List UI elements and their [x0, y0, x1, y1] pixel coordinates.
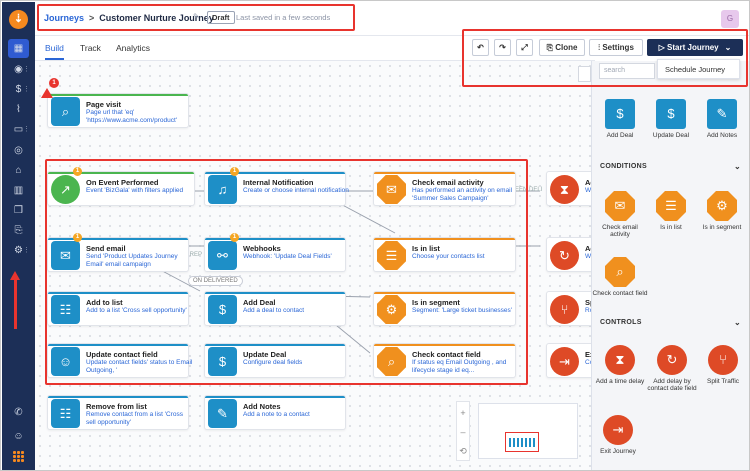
tab-build[interactable]: Build — [45, 43, 64, 60]
campaign-icon[interactable]: ⌂ — [11, 163, 26, 178]
chevron-down-icon: ⌄ — [733, 318, 741, 327]
node-desc: Add a note to a contact — [243, 411, 310, 418]
panel-item-is-in-segment[interactable]: ⚙ Is in segment — [699, 191, 745, 231]
box-icon[interactable]: ❒ — [11, 203, 26, 218]
panel-item-is-in-list[interactable]: ☰ Is in list — [648, 191, 694, 231]
node-desc: Page url that 'eq' 'https://www.acme.com… — [86, 109, 177, 125]
logo-icon[interactable]: ⇣ — [9, 10, 28, 29]
panel-item-delay-date[interactable]: ↻ Add delay by contact date field — [646, 345, 698, 393]
reports-icon[interactable]: ⌇ — [11, 102, 26, 117]
section-controls[interactable]: CONTROLS ⌄ — [592, 315, 749, 331]
zoom-reset-button[interactable]: ⟲ — [457, 446, 469, 457]
panel-item-label: Update Deal — [652, 132, 690, 139]
node-title: Remove from list — [86, 402, 147, 411]
minimap[interactable] — [478, 403, 578, 459]
settings-icon[interactable]: ⚙ ⋮ — [11, 243, 30, 258]
analytics-icon[interactable]: ▥ — [11, 183, 26, 198]
node-partial-delay-date[interactable]: ↻ Ad We cor — [546, 237, 596, 272]
zoom-out-button[interactable]: – — [457, 427, 469, 437]
exit-icon: ⇥ — [603, 415, 633, 445]
node-partial-split[interactable]: ⑂ Sp Rou — [546, 291, 596, 326]
split-icon: ⑂ — [708, 345, 738, 375]
apps-grid-icon[interactable] — [13, 451, 24, 462]
panel-item-label: Exit Journey — [600, 448, 636, 455]
mail-icon: ✉ — [605, 191, 635, 221]
panel-item-label: Split Traffic — [706, 378, 740, 385]
exit-icon: ⇥ — [550, 347, 579, 376]
panel-item-label: Add delay by contact date field — [647, 378, 697, 393]
annotation-toolbar-box — [462, 29, 748, 87]
panel-item-add-deal[interactable]: $ Add Deal — [597, 99, 643, 139]
panel-item-check-email[interactable]: ✉ Check email activity — [597, 191, 643, 239]
app-window: ⇣ ▦ ◉ ⋮ $ ⋮ ⌇ ▭ ⋮ ◎ ⌂ ▥ ❒ ⎘ ⚙ ⋮ ✆ ☺ Journeys… — [0, 0, 750, 471]
page-visit-icon: ⌕ — [51, 97, 80, 126]
date-delay-icon: ↻ — [550, 241, 579, 270]
alert-badge: 1 — [49, 78, 59, 88]
avatar[interactable]: G — [721, 10, 739, 28]
panel-item-label: Check email activity — [602, 224, 638, 239]
deals-icon[interactable]: $ ⋮ — [11, 82, 30, 97]
section-conditions[interactable]: CONDITIONS ⌄ — [592, 159, 749, 175]
journey-icon[interactable]: ⎘ — [11, 223, 26, 238]
node-partial-delay[interactable]: ⧗ Ad Wa ON — [546, 171, 596, 206]
panel-item-update-deal[interactable]: $ Update Deal — [648, 99, 694, 139]
panel-item-label: Add Notes — [706, 132, 738, 139]
panel-item-exit-journey[interactable]: ⇥ Exit Journey — [595, 415, 641, 455]
date-delay-icon: ↻ — [657, 345, 687, 375]
update-deal-icon: $ — [656, 99, 686, 129]
hourglass-icon: ⧗ — [605, 345, 635, 375]
tab-analytics[interactable]: Analytics — [116, 43, 150, 53]
node-page-visit[interactable]: ⌕ Page visit Page url that 'eq' 'https:/… — [47, 93, 189, 128]
chevron-down-icon: ⌄ — [733, 162, 741, 171]
node-add-notes[interactable]: ✎ Add Notes Add a note to a contact — [204, 395, 346, 430]
notes-icon: ✎ — [208, 399, 237, 428]
panel-item-split-traffic[interactable]: ⑂ Split Traffic — [699, 345, 747, 385]
node-desc: Remove contact from a list 'Cross sell o… — [86, 411, 183, 427]
help-icon[interactable]: ☺ — [11, 429, 26, 444]
panel-item-label: Add Deal — [606, 132, 634, 139]
section-title: CONDITIONS — [600, 163, 647, 170]
tab-track[interactable]: Track — [80, 43, 101, 53]
panel-item-label: Add a time delay — [595, 378, 645, 385]
list-icon: ☰ — [656, 191, 686, 221]
contacts-icon[interactable]: ◉ ⋮ — [11, 62, 30, 77]
panel-item-time-delay[interactable]: ⧗ Add a time delay — [595, 345, 645, 385]
panel-item-label: Check contact field — [592, 290, 648, 297]
node-partial-exit[interactable]: ⇥ Exi Co rea — [546, 343, 596, 378]
split-icon: ⑂ — [550, 295, 579, 324]
annotation-arrow — [10, 271, 20, 329]
panel-item-add-notes[interactable]: ✎ Add Notes — [699, 99, 745, 139]
panel-item-label: Is in list — [660, 224, 682, 231]
notes-icon: ✎ — [707, 99, 737, 129]
panel-item-label: Is in segment — [702, 224, 742, 231]
target-icon[interactable]: ◎ — [11, 143, 26, 158]
remove-list-icon: ☷ — [51, 399, 80, 428]
annotation-header-box — [37, 4, 355, 31]
node-title: Page visit — [86, 100, 122, 109]
calendar-icon[interactable]: ▦ — [8, 39, 29, 58]
panel-item-check-contact[interactable]: ⌕ Check contact field — [591, 257, 649, 297]
hourglass-icon: ⧗ — [550, 175, 579, 204]
annotation-nodes-box — [45, 159, 528, 385]
deal-icon: $ — [605, 99, 635, 129]
zoom-controls: + – ⟲ — [456, 401, 470, 461]
segment-icon: ⚙ — [707, 191, 737, 221]
section-title: CONTROLS — [600, 319, 642, 326]
zoom-in-button[interactable]: + — [457, 408, 469, 418]
left-nav-rail: ⇣ ▦ ◉ ⋮ $ ⋮ ⌇ ▭ ⋮ ◎ ⌂ ▥ ❒ ⎘ ⚙ ⋮ ✆ ☺ — [2, 2, 35, 470]
minimap-content — [509, 438, 535, 447]
chat-icon[interactable]: ▭ ⋮ — [11, 122, 30, 137]
node-title: Add Notes — [243, 402, 281, 411]
node-remove-from-list[interactable]: ☷ Remove from list Remove contact from a… — [47, 395, 189, 430]
contact-search-icon: ⌕ — [605, 257, 635, 287]
warning-icon — [41, 88, 53, 98]
phone-icon[interactable]: ✆ — [11, 405, 26, 420]
